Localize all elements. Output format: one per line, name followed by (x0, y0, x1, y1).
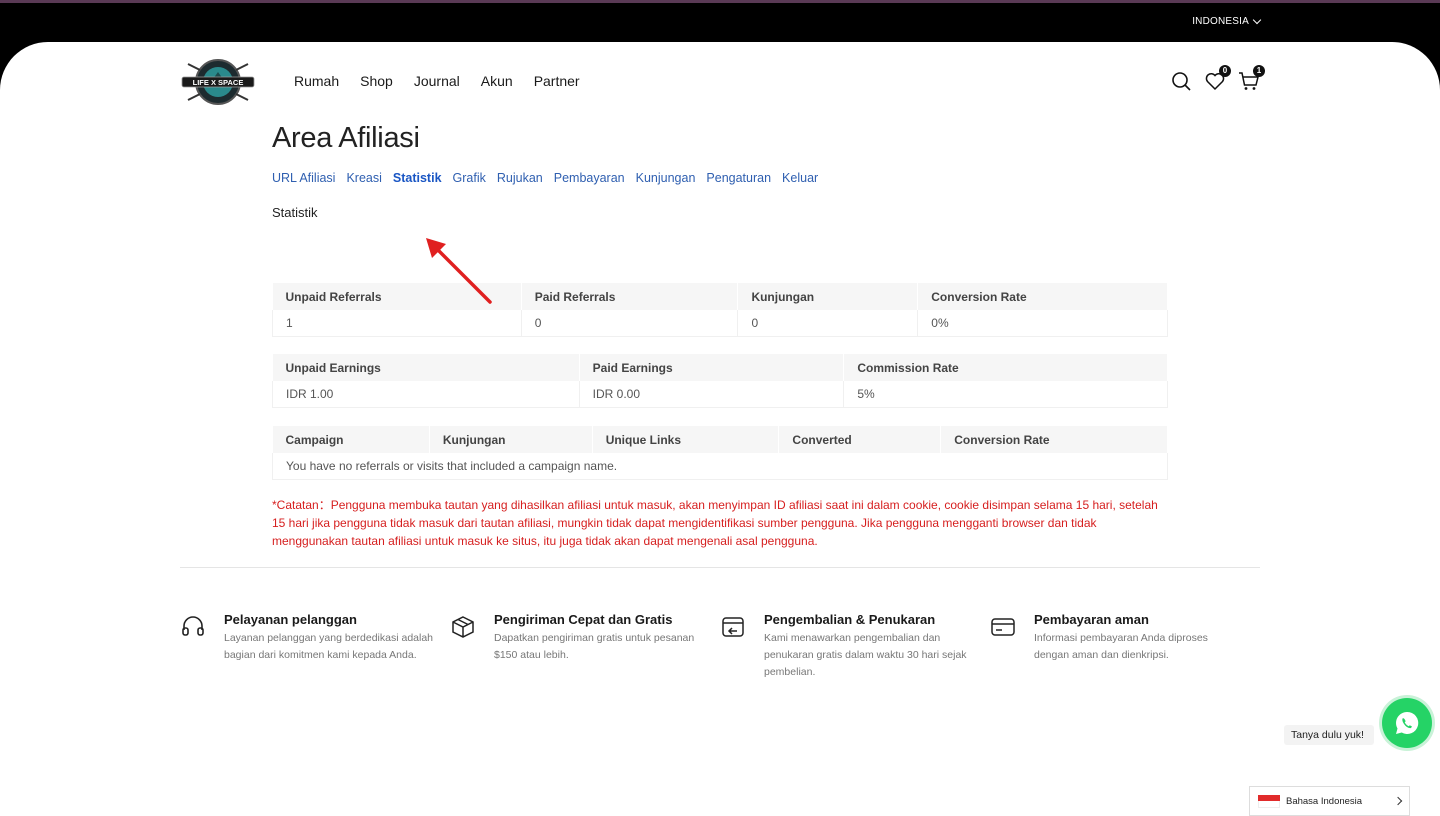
country-selector-label: INDONESIA (1192, 16, 1249, 27)
empty-message: You have no referrals or visits that inc… (272, 453, 1168, 480)
affiliate-area: Area Afiliasi URL Afiliasi Kreasi Statis… (272, 122, 1168, 548)
top-bar: INDONESIA (0, 3, 1440, 43)
column-header: Kunjungan (737, 283, 919, 310)
features-row: Pelayanan pelanggan Layanan pelanggan ya… (180, 612, 1260, 681)
red-arrow-annotation (426, 238, 492, 304)
site-header: LIFE X SPACE Rumah Shop Journal Akun Par… (180, 54, 1265, 110)
whatsapp-chat-button[interactable] (1382, 698, 1432, 748)
logo-text: LIFE X SPACE (193, 78, 244, 87)
box-icon (452, 616, 474, 638)
wishlist-count-badge: 0 (1219, 65, 1231, 77)
paid-referrals-value: 0 (520, 310, 739, 337)
visits-value: 0 (737, 310, 919, 337)
cookie-note: *Catatan：Pengguna membuka tautan yang di… (272, 498, 1158, 548)
cart-button[interactable]: 1 (1238, 65, 1265, 92)
column-header: Converted (778, 426, 942, 453)
affiliate-tabs: URL Afiliasi Kreasi Statistik Grafik Ruj… (272, 171, 1168, 185)
commission-rate-value: 5% (843, 381, 1168, 408)
nav-item-journal[interactable]: Journal (414, 73, 460, 89)
nav-item-rumah[interactable]: Rumah (294, 73, 339, 89)
tab-kunjungan[interactable]: Kunjungan (636, 171, 696, 185)
language-label: Bahasa Indonesia (1286, 795, 1363, 807)
feature-title: Pelayanan pelanggan (224, 612, 357, 627)
chevron-down-icon (1252, 15, 1262, 25)
column-header: Paid Earnings (579, 354, 845, 381)
feature-description: Kami menawarkan pengembalian dan penukar… (764, 632, 967, 678)
tab-rujukan[interactable]: Rujukan (497, 171, 543, 185)
table-row: 1 0 0 0% (272, 310, 1168, 337)
credit-card-icon (991, 618, 1015, 636)
headset-icon (182, 616, 204, 636)
column-header: Unpaid Earnings (272, 354, 580, 381)
feature-title: Pengembalian & Penukaran (764, 612, 936, 627)
page-title: Area Afiliasi (272, 122, 420, 154)
section-title: Statistik (272, 205, 318, 220)
column-header: Commission Rate (843, 354, 1168, 381)
page-container: LIFE X SPACE Rumah Shop Journal Akun Par… (0, 42, 1440, 816)
search-button[interactable] (1170, 70, 1192, 92)
conversion-rate-value: 0% (917, 310, 1168, 337)
tab-pengaturan[interactable]: Pengaturan (706, 171, 771, 185)
nav-item-partner[interactable]: Partner (534, 73, 580, 89)
tab-url-afiliasi[interactable]: URL Afiliasi (272, 171, 335, 185)
feature-description: Informasi pembayaran Anda diproses denga… (1034, 632, 1208, 661)
feature-title: Pembayaran aman (1034, 612, 1149, 627)
tab-statistik[interactable]: Statistik (393, 171, 442, 185)
feature-description: Dapatkan pengiriman gratis untuk pesanan… (494, 632, 695, 661)
whatsapp-icon (1396, 711, 1419, 734)
wishlist-button[interactable]: 0 (1204, 65, 1231, 92)
column-header: Conversion Rate (917, 283, 1168, 310)
feature-returns: Pengembalian & Penukaran Kami menawarkan… (720, 612, 990, 681)
table-header-row: Campaign Kunjungan Unique Links Converte… (272, 426, 1168, 453)
tab-grafik[interactable]: Grafik (453, 171, 486, 185)
table-row: You have no referrals or visits that inc… (272, 453, 1168, 480)
campaigns-table: Campaign Kunjungan Unique Links Converte… (272, 426, 1168, 480)
indonesia-flag-icon (1258, 794, 1280, 808)
country-selector[interactable]: INDONESIA (1192, 15, 1262, 27)
column-header: Conversion Rate (940, 426, 1168, 453)
tab-kreasi[interactable]: Kreasi (346, 171, 381, 185)
nav-item-akun[interactable]: Akun (481, 73, 513, 89)
feature-customer-service: Pelayanan pelanggan Layanan pelanggan ya… (180, 612, 450, 681)
unpaid-referrals-value: 1 (272, 310, 522, 337)
column-header: Campaign (272, 426, 430, 453)
nav-item-shop[interactable]: Shop (360, 73, 393, 89)
return-icon (722, 617, 744, 637)
language-switcher[interactable]: Bahasa Indonesia (1249, 786, 1410, 816)
column-header: Unique Links (592, 426, 780, 453)
tab-keluar[interactable]: Keluar (782, 171, 818, 185)
feature-secure-payment: Pembayaran aman Informasi pembayaran And… (990, 612, 1260, 681)
main-nav: Rumah Shop Journal Akun Partner (294, 73, 580, 89)
table-row: IDR 1.00 IDR 0.00 5% (272, 381, 1168, 408)
paid-earnings-value: IDR 0.00 (578, 381, 845, 408)
feature-description: Layanan pelanggan yang berdedikasi adala… (224, 632, 434, 661)
site-logo[interactable]: LIFE X SPACE (180, 56, 256, 108)
unpaid-earnings-value: IDR 1.00 (272, 381, 580, 408)
search-icon (1172, 72, 1191, 91)
earnings-table: Unpaid Earnings Paid Earnings Commission… (272, 354, 1168, 408)
chevron-right-icon (1393, 796, 1403, 806)
header-actions: 0 1 (1170, 65, 1265, 92)
footer-divider (180, 567, 1260, 568)
column-header: Kunjungan (429, 426, 593, 453)
table-header-row: Unpaid Referrals Paid Referrals Kunjunga… (272, 283, 1168, 310)
whatsapp-tooltip: Tanya dulu yuk! (1284, 725, 1374, 745)
feature-shipping: Pengiriman Cepat dan Gratis Dapatkan pen… (450, 612, 720, 681)
referrals-table: Unpaid Referrals Paid Referrals Kunjunga… (272, 283, 1168, 337)
column-header: Paid Referrals (521, 283, 739, 310)
cart-count-badge: 1 (1253, 65, 1265, 77)
feature-title: Pengiriman Cepat dan Gratis (494, 612, 673, 627)
table-header-row: Unpaid Earnings Paid Earnings Commission… (272, 354, 1168, 381)
tab-pembayaran[interactable]: Pembayaran (554, 171, 625, 185)
